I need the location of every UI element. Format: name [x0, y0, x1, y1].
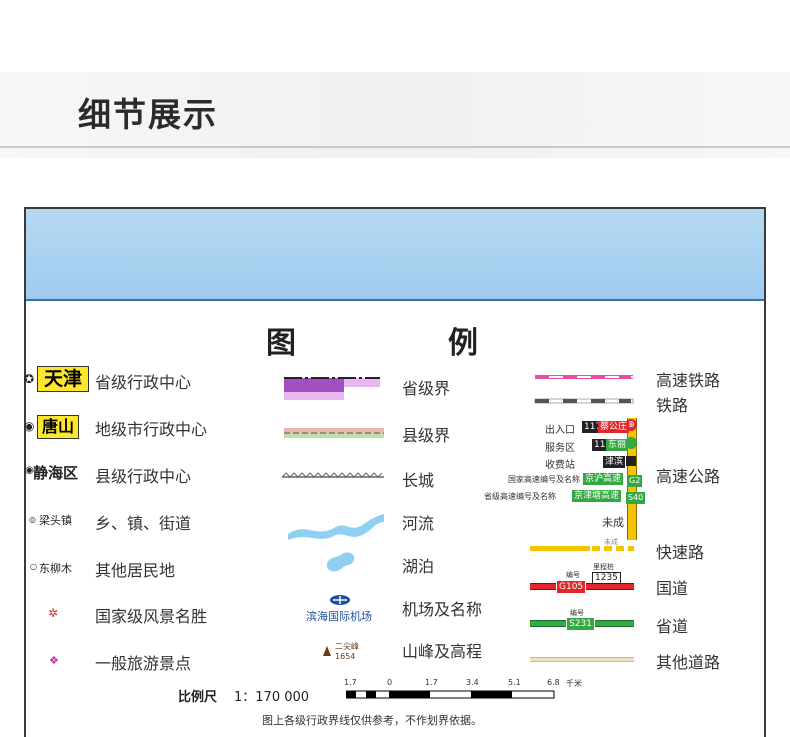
lake-symbol [326, 552, 355, 572]
toll-icon [626, 456, 636, 466]
national-scenic-icon: ✲ [48, 606, 59, 620]
village-icon: ○ [30, 562, 37, 571]
national-expressway-name: 京沪高速 [583, 473, 624, 485]
railway-symbols [534, 375, 634, 404]
village-sample: 东柳木 [39, 562, 72, 575]
legend-label-town: 乡、镇、街道 [95, 514, 192, 533]
river-symbol [288, 514, 384, 540]
town-sample: 梁头镇 [39, 514, 72, 527]
legend-label-city-capital: 地级市行政中心 [95, 420, 208, 439]
legend-label-river: 河流 [402, 514, 435, 533]
legend-label-great-wall: 长城 [402, 471, 435, 490]
legend-label-peak: 山峰及高程 [402, 642, 483, 661]
tourist-spot-icon: ❖ [49, 654, 59, 667]
provincial-road-code: S231 [566, 617, 595, 631]
scale-tick-1: 0 [387, 678, 393, 687]
town-icon: ◎ [29, 515, 36, 524]
service-name: 东丽 [606, 439, 629, 451]
scale-label: 比例尺 [178, 690, 218, 705]
province-capital-sample: 天津 [37, 366, 89, 392]
provincial-expressway-name: 京津塘高速 [572, 490, 622, 502]
airport-sample: 滨海国际机场 [306, 610, 372, 623]
scale-tick-3: 3.4 [466, 678, 479, 687]
legend-label-high-speed-rail: 高速铁路 [656, 371, 721, 390]
national-road-km-label: 里程桩 [593, 563, 614, 571]
peak-name-sample: 二尖峰 [335, 642, 359, 651]
scale-bar [346, 690, 555, 699]
peak-elevation-sample: 1654 [335, 652, 356, 661]
page-title: 细节展示 [78, 95, 218, 134]
national-road-code-label: 编号 [566, 571, 580, 579]
other-road-line [530, 657, 634, 662]
sea-area [26, 209, 764, 301]
legend-label-railway: 铁路 [656, 396, 689, 415]
provincial-expressway-code: S40 [626, 492, 646, 504]
legend-title-right: 例 [448, 326, 478, 361]
legend-label-province-capital: 省级行政中心 [95, 373, 192, 392]
scale-ratio: 1：170 000 [234, 690, 310, 705]
county-border-symbol [284, 428, 384, 438]
legend-label-province-border: 省级界 [402, 379, 451, 398]
national-road-km: 1235 [592, 572, 621, 584]
city-capital-sample: 唐山 [37, 415, 79, 439]
service-area-label: 服务区 [545, 443, 575, 454]
national-expressway-code: G2 [627, 475, 643, 487]
national-expressway-code-label: 国家高速编号及名称 [508, 475, 580, 484]
legend-label-village: 其他居民地 [95, 561, 176, 580]
airport-icon [330, 595, 350, 605]
legend-label-national-scenic: 国家级风景名胜 [95, 607, 208, 626]
province-border-symbol [284, 377, 380, 400]
exit-name: 蔡公庄 [598, 421, 630, 433]
legend-label-provincial-road: 省道 [656, 617, 689, 636]
exit-label: 出入口 [545, 425, 575, 436]
fast-road-symbol [530, 546, 634, 551]
legend-label-other-road: 其他道路 [656, 653, 721, 672]
scale-tick-2: 1.7 [425, 678, 438, 687]
legend-label-expressway: 高速公路 [656, 467, 721, 486]
star-capital-icon: ✪ [24, 372, 35, 386]
great-wall-symbol [282, 472, 384, 478]
scale-tick-4: 5.1 [508, 678, 521, 687]
legend-label-national-road: 国道 [656, 579, 689, 598]
header-rule [0, 146, 790, 148]
scale-tick-5: 6.8 [547, 678, 560, 687]
legend-label-county-border: 县级界 [402, 426, 451, 445]
legend-label-fast-road: 快速路 [656, 543, 705, 562]
unbuilt-label: 未成 [602, 516, 624, 529]
toll-label: 收费站 [545, 460, 575, 471]
provincial-expressway-code-label: 省级高速编号及名称 [484, 492, 556, 501]
county-capital-sample: 静海区 [33, 464, 79, 482]
legend-label-airport: 机场及名称 [402, 600, 483, 619]
toll-name: 津滨 [603, 456, 626, 468]
scale-unit: 千米 [566, 679, 582, 688]
national-road-code: G105 [556, 580, 587, 594]
legend-label-tourist-spot: 一般旅游景点 [95, 654, 192, 673]
footnote: 图上各级行政界线仅供参考，不作划界依据。 [262, 714, 482, 727]
city-capital-icon: ◉ [24, 419, 35, 433]
legend-label-county-capital: 县级行政中心 [95, 467, 192, 486]
scale-tick-0: 1.7 [344, 678, 357, 687]
legend-label-lake: 湖泊 [402, 557, 435, 576]
legend-title-left: 图 [266, 326, 296, 361]
peak-icon [323, 646, 331, 656]
